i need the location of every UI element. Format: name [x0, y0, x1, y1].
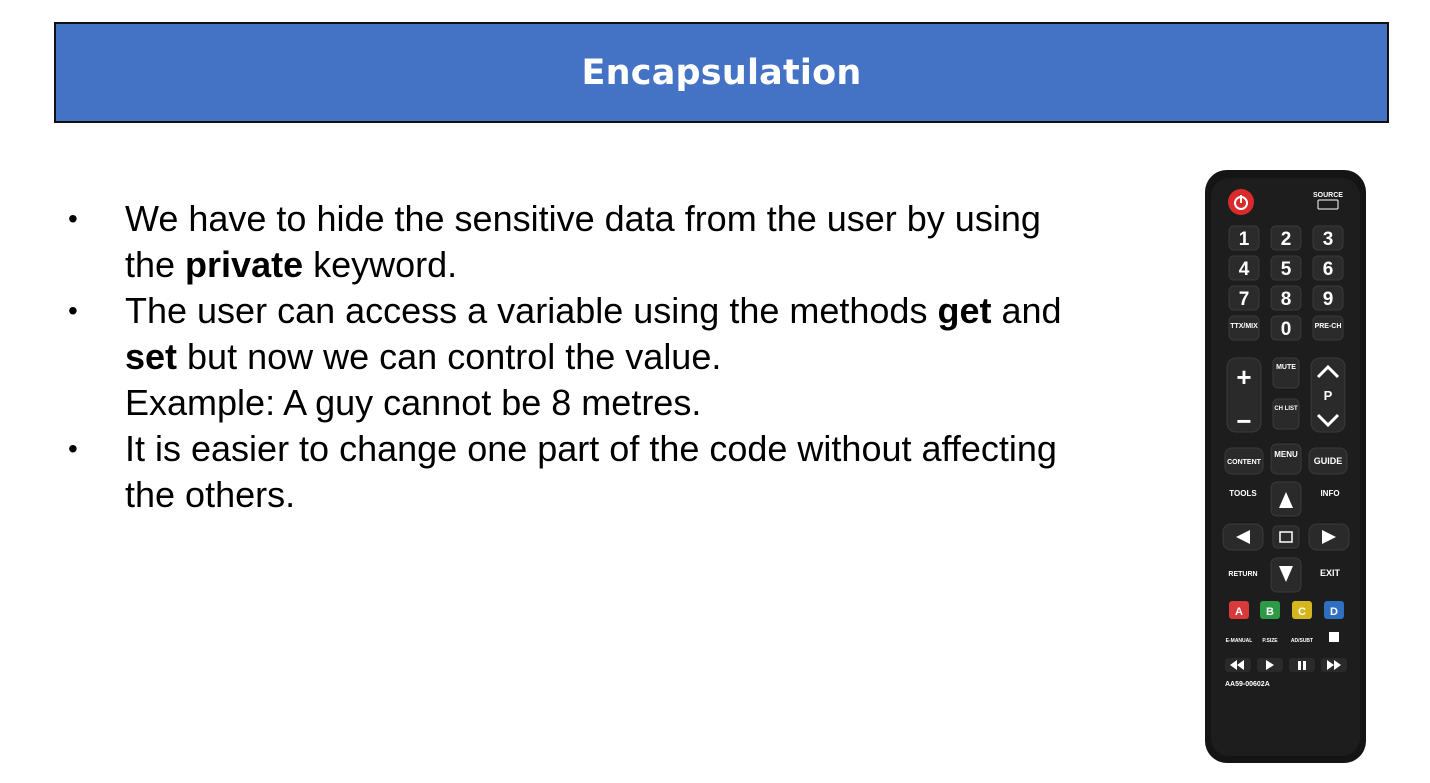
ttx-label: TTX/MIX [1230, 323, 1258, 330]
tv-remote-image: SOURCE 1 2 3 4 5 6 7 8 9 0 TTX/MIX PRE-CH + − P M… [1205, 170, 1366, 763]
bullet-text: keyword. [303, 244, 458, 285]
digit-key-label: 3 [1323, 229, 1334, 250]
bullet-item: • We have to hide the sensitive data from… [68, 196, 1068, 288]
color-key-label: B [1266, 606, 1274, 618]
adsubt-label: AD/SUBT [1291, 638, 1313, 644]
emanual-label: E-MANUAL [1226, 638, 1253, 644]
bullet-text: The user can access a variable using the… [125, 290, 938, 331]
bullet-keyword: private [185, 244, 304, 285]
bullet-keyword: set [125, 336, 178, 377]
guide-label: GUIDE [1314, 456, 1343, 466]
digit-key-label: 8 [1281, 289, 1292, 310]
bullet-list: • We have to hide the sensitive data from… [68, 196, 1068, 518]
model-label: AA59-00602A [1225, 681, 1270, 688]
chlist-label: CH LIST [1274, 406, 1298, 412]
digit-key-label: 5 [1281, 259, 1292, 280]
p-label: P [1324, 388, 1333, 403]
bullet-keyword: get [937, 290, 992, 331]
svg-text:+: + [1236, 362, 1251, 392]
digit-key-label: 0 [1281, 319, 1292, 340]
menu-label: MENU [1274, 450, 1298, 459]
bullet-text: It is easier to change one part of the c… [125, 428, 1057, 515]
info-label: INFO [1320, 489, 1339, 498]
source-label: SOURCE [1313, 192, 1343, 199]
digit-key-label: 6 [1323, 259, 1334, 280]
bullet-marker: • [68, 433, 78, 464]
color-key-label: D [1330, 606, 1338, 618]
bullet-item: • The user can access a variable using th… [68, 288, 1068, 426]
bullet-marker: • [68, 295, 78, 326]
mute-label: MUTE [1276, 364, 1296, 371]
bullet-item: • It is easier to change one part of the … [68, 426, 1068, 518]
bullet-marker: • [68, 203, 78, 234]
tools-label: TOOLS [1229, 489, 1257, 498]
exit-label: EXIT [1320, 568, 1341, 578]
digit-key-label: 1 [1239, 229, 1250, 250]
bullet-text: but now we can control the value. [177, 336, 722, 377]
svg-text:−: − [1236, 406, 1251, 436]
bullet-text: and [991, 290, 1062, 331]
digit-key-label: 7 [1239, 289, 1250, 310]
color-key-label: A [1235, 606, 1243, 618]
digit-key-label: 2 [1281, 229, 1292, 250]
title-banner: Encapsulation [54, 22, 1389, 123]
digit-key-label: 9 [1323, 289, 1334, 310]
return-label: RETURN [1228, 571, 1257, 578]
content-label: CONTENT [1227, 459, 1262, 466]
prech-label: PRE-CH [1315, 323, 1342, 330]
slide-title: Encapsulation [581, 52, 862, 93]
bullet-text: Example: A guy cannot be 8 metres. [125, 382, 702, 423]
psize-label: P.SIZE [1262, 638, 1278, 644]
digit-key-label: 4 [1239, 259, 1250, 280]
color-key-label: C [1298, 606, 1306, 618]
